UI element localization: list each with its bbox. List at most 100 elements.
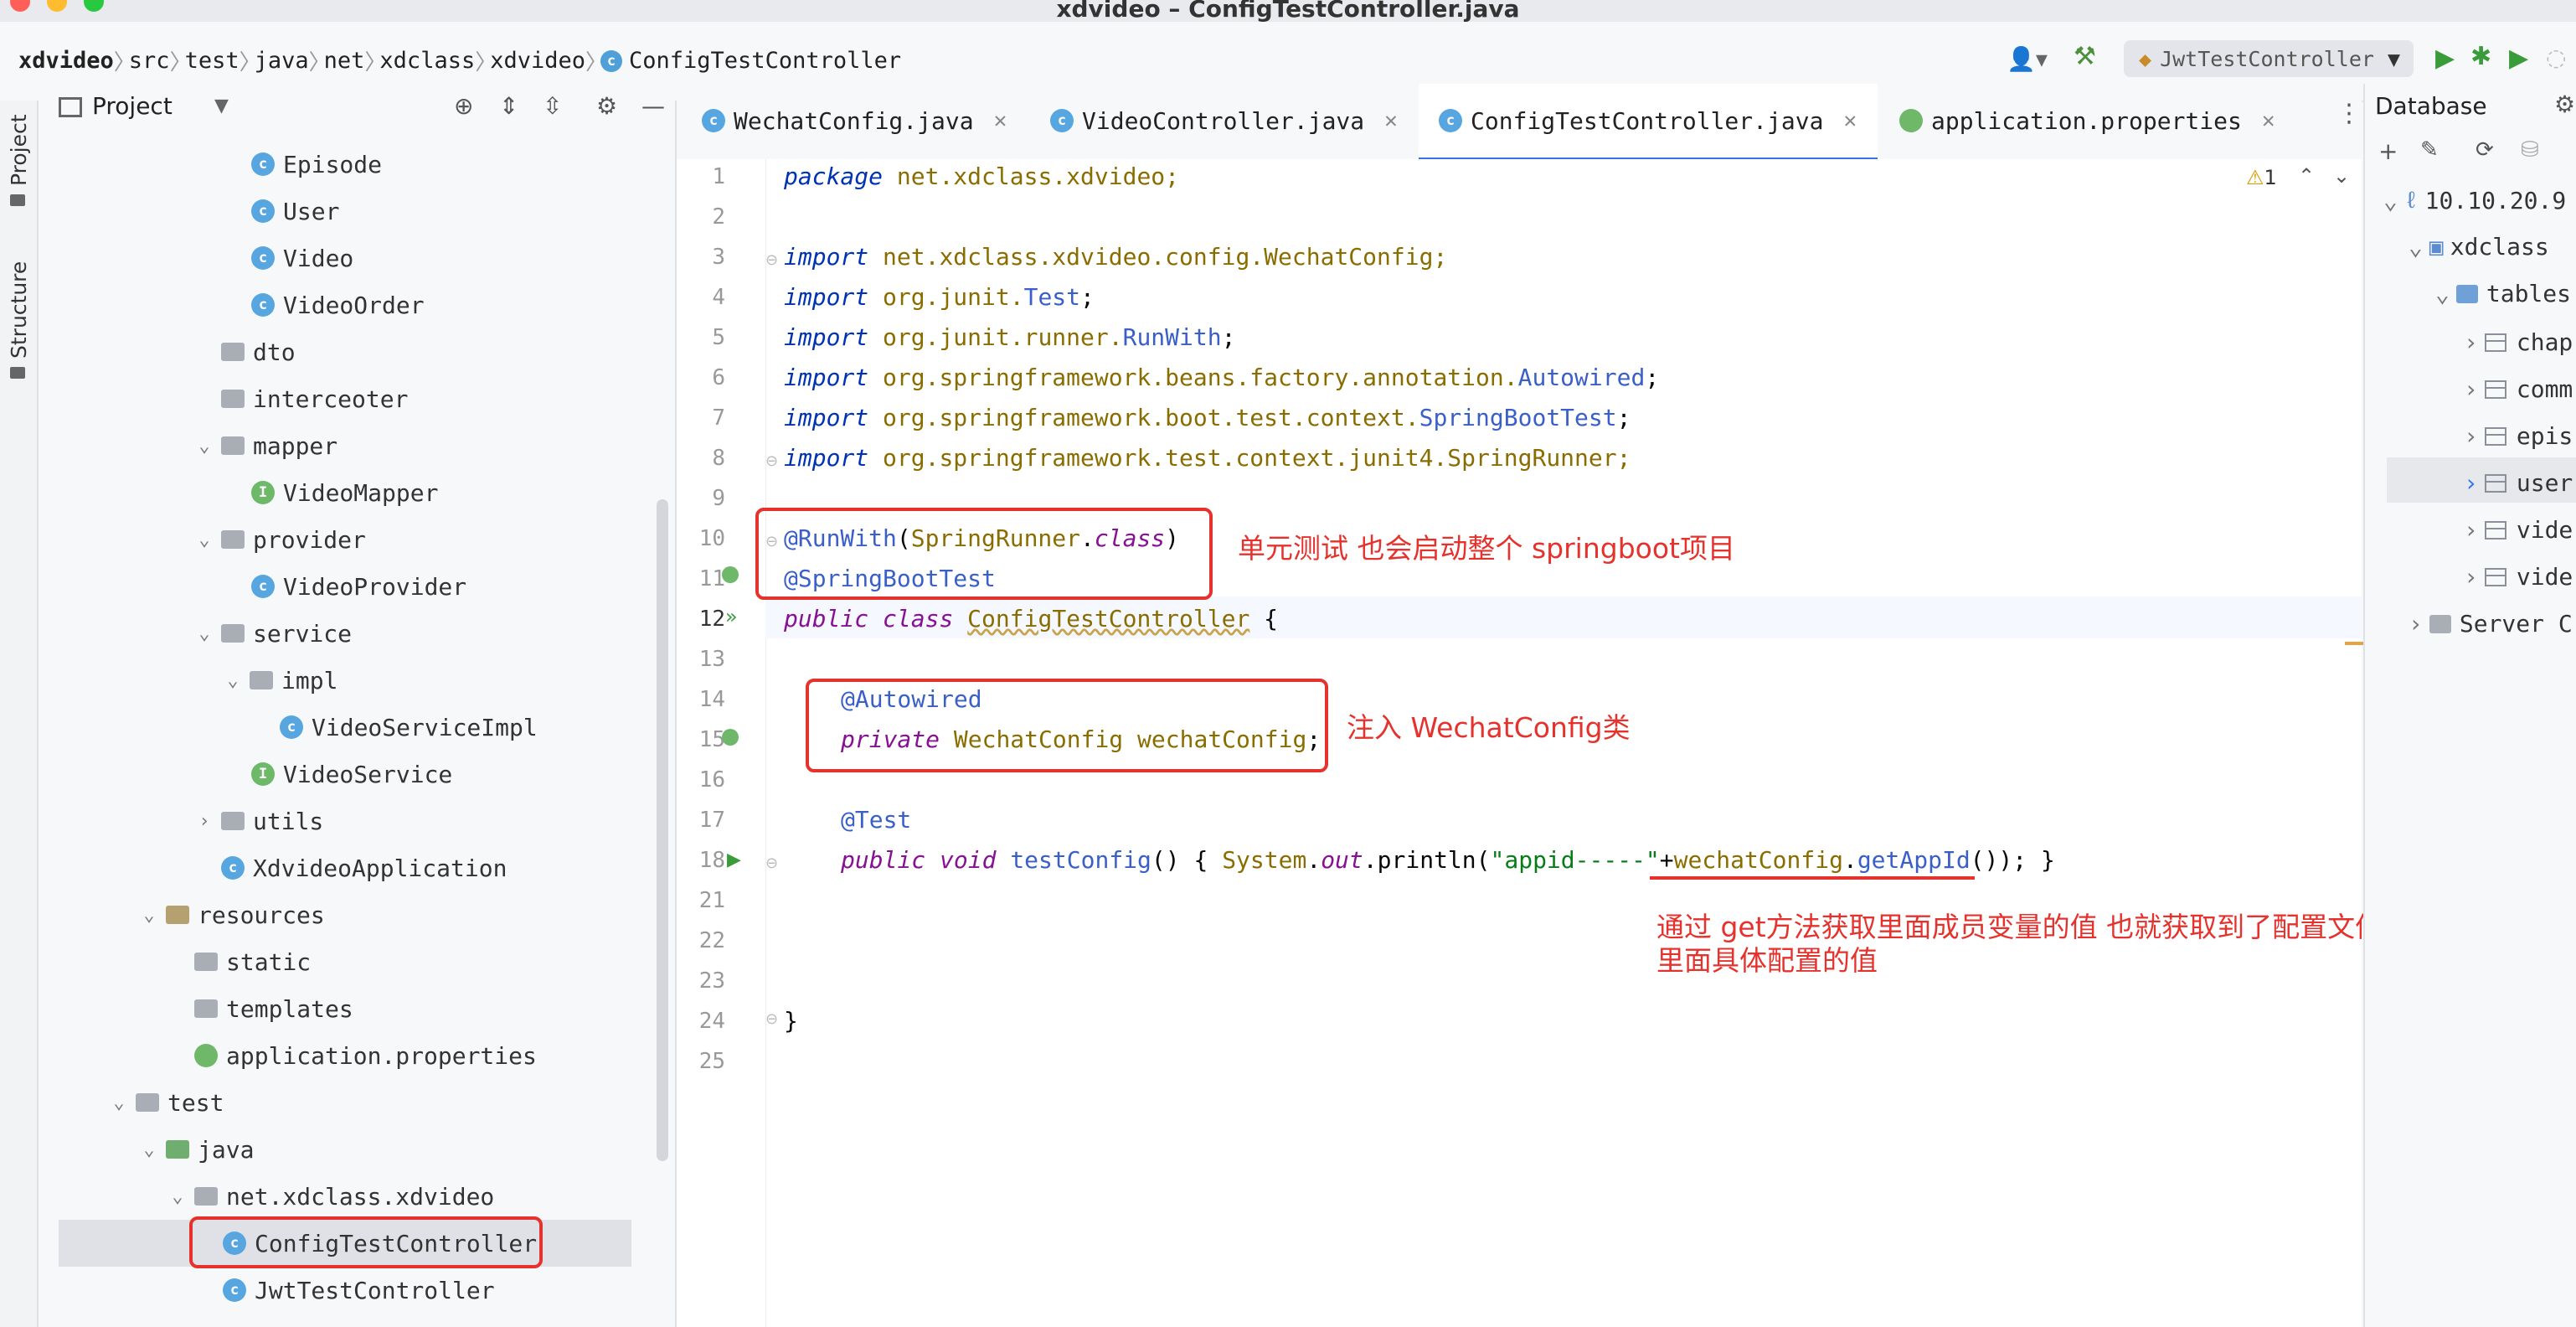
breadcrumb-item[interactable]: xdvideo [490,48,585,74]
run-test-icon[interactable]: » [725,605,738,628]
fold-icon[interactable]: ⊖ [765,452,778,470]
chevron-down-icon[interactable]: ⌄ [109,1092,129,1113]
tree-item-templates[interactable]: templates [194,985,353,1032]
database-panel-title[interactable]: Database [2375,92,2487,120]
gear-icon[interactable]: ⚙ [2554,90,2575,118]
db-table-node[interactable]: › vide [2464,516,2573,544]
tree-item-videomapper[interactable]: I VideoMapper [251,469,438,516]
run-icon[interactable]: ▶ [2435,44,2455,73]
collapse-all-icon[interactable]: ⇳ [543,92,562,120]
tab-application-properties[interactable]: application.properties ✕ [1899,99,2275,142]
table-icon [2484,520,2506,540]
next-highlight-icon[interactable]: ⌄ [2333,164,2350,188]
tree-item-user[interactable]: c User [251,188,339,235]
tree-item-video[interactable]: c Video [251,235,353,281]
close-icon[interactable]: ✕ [2262,108,2275,133]
chevron-down-icon[interactable]: ⌄ [194,436,214,457]
autowired-bean-icon[interactable] [722,729,739,746]
breadcrumb-item[interactable]: src [129,48,170,74]
tree-item-videoserviceimpl[interactable]: c VideoServiceImpl [280,704,538,751]
locate-icon[interactable]: ⊕ [454,92,473,120]
chevron-right-icon[interactable]: › [194,811,214,832]
debug-icon[interactable]: ✱ [2470,42,2491,71]
tree-item-interceoter[interactable]: interceoter [221,375,408,422]
tree-item-net-xdclass-xdvideo[interactable]: ⌄ net.xdclass.xdvideo [167,1173,494,1220]
breadcrumb-item[interactable]: ConfigTestController [629,48,901,74]
tree-item-provider[interactable]: ⌄ provider [194,516,365,563]
tab-wechatconfig[interactable]: c WechatConfig.java ✕ [702,99,1007,142]
run-configuration-select[interactable]: ◆ JwtTestController ▼ [2124,40,2414,77]
tree-item-impl[interactable]: ⌄ impl [223,657,337,704]
database-icon[interactable]: ⛁ [2521,137,2539,163]
close-icon[interactable]: ✕ [1384,108,1398,133]
chevron-down-icon[interactable]: ▼ [214,96,229,116]
fold-icon[interactable]: ⊖ [765,855,778,872]
db-node-label: xdclass [2450,233,2549,261]
close-icon[interactable]: ✕ [994,108,1007,133]
data-source-properties-icon[interactable]: ✎ [2420,137,2439,163]
code-line: public class ConfigTestController { [784,605,1278,633]
tree-item-static[interactable]: static [194,938,311,985]
tree-item-videoservice[interactable]: I VideoService [251,751,452,798]
add-data-source-icon[interactable]: + [2378,137,2398,165]
tree-item-dto[interactable]: dto [221,328,296,375]
tab-videocontroller[interactable]: c VideoController.java ✕ [1050,99,1398,142]
breadcrumb-item[interactable]: java [255,48,309,74]
chevron-down-icon[interactable]: ⌄ [139,1139,159,1160]
more-tabs-icon[interactable]: ⋮ [2336,99,2362,128]
expand-all-icon[interactable]: ⇕ [499,92,518,120]
close-icon[interactable]: ✕ [1843,108,1857,133]
chevron-down-icon[interactable]: ⌄ [139,905,159,926]
db-table-node[interactable]: › comm [2464,375,2573,403]
breadcrumb-item[interactable]: net [324,48,365,74]
refresh-icon[interactable]: ⟳ [2476,137,2494,163]
db-tables-node[interactable]: ⌄ tables [2435,280,2571,307]
tree-item-mapper[interactable]: ⌄ mapper [194,422,337,469]
breadcrumb-item[interactable]: test [185,48,240,74]
tree-item-application-properties[interactable]: application.properties [194,1032,537,1079]
db-table-node[interactable]: › chap [2464,328,2573,356]
tree-item-episode[interactable]: c Episode [251,141,382,188]
tab-configtestcontroller[interactable]: c ConfigTestController.java ✕ [1439,99,1857,142]
tree-item-videoprovider[interactable]: c VideoProvider [251,563,466,610]
tree-item-videoorder[interactable]: c VideoOrder [251,281,425,328]
tree-item-xdvideoapplication[interactable]: c XdvideoApplication [221,844,507,891]
run-config-icon: ◆ [2139,46,2152,71]
chevron-down-icon[interactable]: ⌄ [167,1186,188,1207]
spring-bean-icon[interactable] [722,566,739,583]
project-tree: c Episode c User c Video c VideoOrder dto in… [0,141,670,1327]
project-panel-title[interactable]: Project [92,92,173,120]
run-with-coverage-icon[interactable]: ▶ [2509,44,2528,73]
chevron-right-icon: › [2464,563,2478,591]
db-table-node[interactable]: › vide [2464,563,2573,591]
db-connection-node[interactable]: ⌄ ℓ 10.10.20.9 [2383,186,2566,215]
warning-indicator[interactable]: ⚠1 [2246,166,2277,189]
user-icon[interactable]: 👤▾ [2007,45,2048,73]
underline-getappid [1650,876,1975,880]
chevron-down-icon[interactable]: ⌄ [194,529,214,550]
breadcrumb-item[interactable]: xdvideo [18,48,114,74]
tree-item-java[interactable]: ⌄ java [139,1126,254,1173]
db-schema-node[interactable]: ⌄ ▣ xdclass [2409,233,2549,261]
tree-item-service[interactable]: ⌄ service [194,610,352,657]
chevron-down-icon[interactable]: ⌄ [223,670,243,691]
line-number: 22 [698,928,725,953]
db-table-node-selected[interactable]: › user [2464,469,2573,497]
chevron-down-icon[interactable]: ⌄ [194,623,214,644]
hide-panel-icon[interactable]: — [641,92,665,120]
gear-icon[interactable]: ⚙ [596,92,617,120]
run-test-icon[interactable]: ▶ [727,849,741,870]
db-server-objects-node[interactable]: › Server C [2409,610,2573,638]
tree-item-utils[interactable]: › utils [194,798,323,844]
db-table-node[interactable]: › epis [2464,422,2573,450]
build-hammer-icon[interactable]: ⚒ [2074,42,2096,71]
tree-item-jwttestcontroller[interactable]: c JwtTestController [223,1267,495,1314]
tree-item-test[interactable]: ⌄ test [109,1079,224,1126]
breadcrumb-item[interactable]: xdclass [379,48,475,74]
fold-icon[interactable]: ⊖ [765,1010,778,1028]
previous-highlight-icon[interactable]: ⌃ [2298,164,2315,188]
resources-folder-icon [166,906,189,924]
stop-icon[interactable]: ◌ [2546,44,2566,71]
tree-item-resources[interactable]: ⌄ resources [139,891,324,938]
fold-icon[interactable]: ⊖ [765,251,778,269]
